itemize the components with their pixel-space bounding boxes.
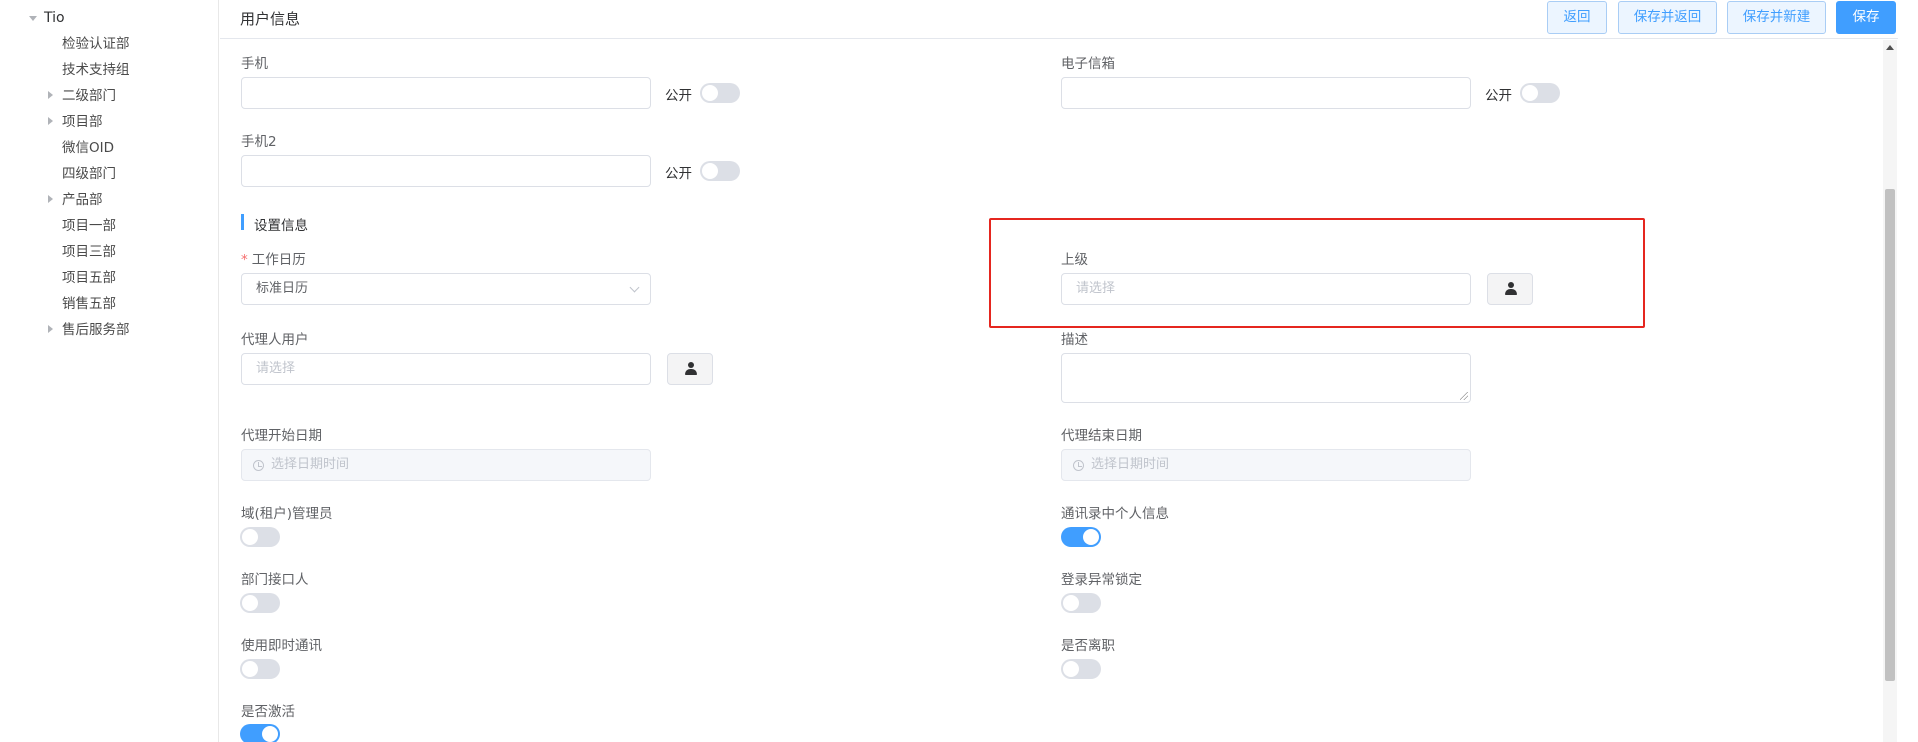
proxy-start-label: 代理开始日期 (241, 428, 322, 444)
phone2-public-label: 公开 (665, 166, 692, 182)
email-label: 电子信箱 (1061, 56, 1115, 72)
proxy-start-datetime[interactable]: 选择日期时间 (241, 449, 651, 481)
back-button[interactable]: 返回 (1547, 1, 1607, 34)
address-book-info-label: 通讯录中个人信息 (1061, 506, 1169, 522)
proxy-end-placeholder: 选择日期时间 (1091, 457, 1170, 472)
work-calendar-select[interactable]: 标准日历 (241, 273, 651, 305)
proxy-start-placeholder: 选择日期时间 (271, 457, 350, 472)
save-and-new-button[interactable]: 保存并新建 (1727, 1, 1826, 34)
description-textarea[interactable] (1061, 353, 1471, 403)
resize-grip-icon[interactable] (1460, 392, 1468, 400)
login-lock-toggle[interactable] (1061, 593, 1101, 613)
phone2-label: 手机2 (241, 134, 277, 150)
section-marker (241, 214, 244, 230)
login-lock-label: 登录异常锁定 (1061, 572, 1142, 588)
phone-label: 手机 (241, 56, 268, 72)
email-input[interactable] (1061, 77, 1471, 109)
activated-label: 是否激活 (241, 704, 295, 720)
tree-item[interactable]: 项目五部 (62, 268, 116, 288)
email-public-label: 公开 (1485, 88, 1512, 104)
collapse-arrow-icon[interactable] (48, 91, 53, 99)
proxy-user-picker-button[interactable] (667, 353, 713, 385)
work-calendar-label-text: 工作日历 (251, 252, 306, 268)
email-public-toggle[interactable] (1520, 83, 1560, 103)
tree-item[interactable]: 销售五部 (62, 294, 116, 314)
tree-item[interactable]: 检验认证部 (62, 34, 130, 54)
proxy-user-label: 代理人用户 (241, 332, 309, 348)
superior-label: 上级 (1061, 252, 1088, 268)
user-icon (685, 362, 697, 376)
dept-contact-toggle[interactable] (240, 593, 280, 613)
save-button[interactable]: 保存 (1836, 1, 1896, 34)
proxy-user-input[interactable]: 请选择 (241, 353, 651, 385)
phone-public-label: 公开 (665, 88, 692, 104)
domain-admin-toggle[interactable] (240, 527, 280, 547)
tree-item[interactable]: 项目一部 (62, 216, 116, 236)
description-label: 描述 (1061, 332, 1088, 348)
resigned-label: 是否离职 (1061, 638, 1115, 654)
address-book-info-toggle[interactable] (1061, 527, 1101, 547)
phone-public-toggle[interactable] (700, 83, 740, 103)
expand-arrow-icon[interactable] (29, 16, 37, 21)
domain-admin-label: 域(租户)管理员 (241, 506, 333, 522)
tree-root-tio[interactable]: Tio (44, 8, 65, 28)
user-icon (1505, 282, 1517, 296)
collapse-arrow-icon[interactable] (48, 325, 53, 333)
tree-item[interactable]: 售后服务部 (62, 320, 130, 340)
resigned-toggle[interactable] (1061, 659, 1101, 679)
clock-icon (253, 460, 264, 471)
work-calendar-label: * 工作日历 (241, 248, 306, 268)
instant-messaging-label: 使用即时通讯 (241, 638, 322, 654)
required-mark: * (241, 252, 248, 268)
tree-item[interactable]: 四级部门 (62, 164, 116, 184)
tree-item[interactable]: 二级部门 (62, 86, 116, 106)
chevron-down-icon (629, 282, 640, 293)
collapse-arrow-icon[interactable] (48, 117, 53, 125)
phone2-public-toggle[interactable] (700, 161, 740, 181)
proxy-end-label: 代理结束日期 (1061, 428, 1142, 444)
vertical-scrollbar[interactable] (1883, 40, 1897, 742)
activated-toggle[interactable] (240, 724, 280, 742)
clock-icon (1073, 460, 1084, 471)
tree-item[interactable]: 技术支持组 (62, 60, 130, 80)
dept-contact-label: 部门接口人 (241, 572, 309, 588)
tree-item[interactable]: 产品部 (62, 190, 103, 210)
phone2-input[interactable] (241, 155, 651, 187)
proxy-end-datetime[interactable]: 选择日期时间 (1061, 449, 1471, 481)
section-title-settings: 设置信息 (254, 218, 308, 234)
tree-item[interactable]: 微信OID (62, 138, 114, 158)
save-and-back-button[interactable]: 保存并返回 (1618, 1, 1717, 34)
page-title: 用户信息 (240, 10, 301, 28)
superior-input[interactable]: 请选择 (1061, 273, 1471, 305)
phone-input[interactable] (241, 77, 651, 109)
department-tree: Tio 检验认证部 技术支持组 二级部门 项目部 微信OID 四级部门 产品部 … (0, 0, 219, 742)
tree-item[interactable]: 项目三部 (62, 242, 116, 262)
scrollbar-thumb[interactable] (1885, 189, 1895, 681)
work-calendar-value: 标准日历 (256, 281, 309, 296)
instant-messaging-toggle[interactable] (240, 659, 280, 679)
collapse-arrow-icon[interactable] (48, 195, 53, 203)
scroll-up-arrow-icon[interactable] (1886, 45, 1894, 50)
superior-picker-button[interactable] (1487, 273, 1533, 305)
tree-item[interactable]: 项目部 (62, 112, 103, 132)
